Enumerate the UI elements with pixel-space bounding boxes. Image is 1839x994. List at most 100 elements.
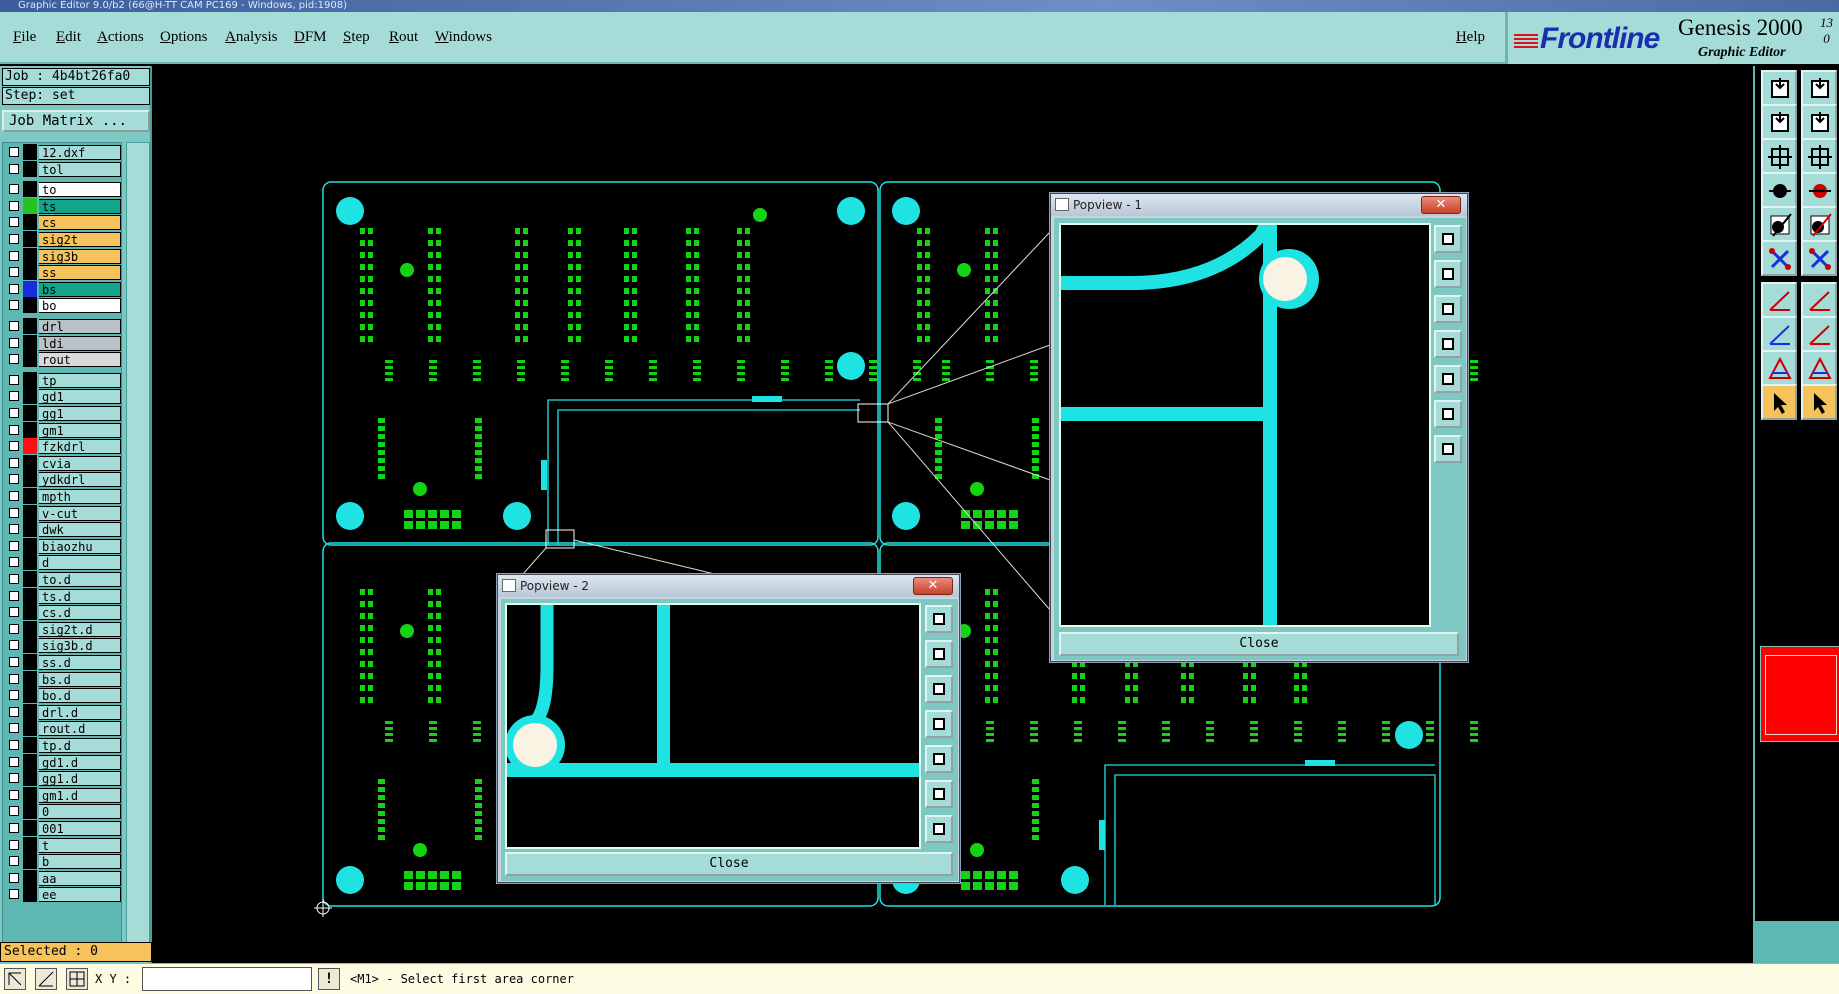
layer-checkbox[interactable] bbox=[9, 354, 19, 365]
layer-checkbox[interactable] bbox=[9, 856, 19, 867]
layer-checkbox[interactable] bbox=[9, 184, 19, 195]
layer-row[interactable]: biaozhu bbox=[3, 537, 121, 554]
layer-checkbox[interactable] bbox=[9, 491, 19, 501]
layer-list-scrollbar[interactable] bbox=[126, 142, 150, 952]
menu-edit[interactable]: Edit bbox=[56, 29, 81, 46]
layer-checkbox[interactable] bbox=[9, 574, 19, 584]
menu-actions[interactable]: Actions bbox=[97, 29, 144, 46]
popview-zoom-fit-button[interactable] bbox=[1434, 225, 1462, 253]
layer-checkbox[interactable] bbox=[9, 789, 19, 800]
layer-checkbox[interactable] bbox=[9, 706, 19, 717]
menu-file[interactable]: File bbox=[13, 29, 36, 46]
layer-checkbox[interactable] bbox=[9, 441, 19, 452]
layer-checkbox[interactable] bbox=[9, 823, 19, 833]
slope-tool-button[interactable] bbox=[1801, 282, 1837, 318]
layer-row[interactable]: mpth bbox=[3, 488, 121, 504]
prompt-button[interactable]: ! bbox=[318, 968, 340, 990]
angle-tool-button[interactable] bbox=[1761, 282, 1797, 318]
pad-add-button[interactable] bbox=[1761, 206, 1797, 242]
node-select-button[interactable] bbox=[1761, 240, 1797, 276]
layer-row[interactable]: cvia bbox=[3, 454, 121, 471]
layer-row[interactable]: ts bbox=[3, 197, 121, 214]
cross-select-button[interactable] bbox=[1801, 240, 1837, 276]
layer-checkbox[interactable] bbox=[9, 723, 19, 734]
menu-rout[interactable]: Rout bbox=[389, 29, 418, 46]
layer-checkbox[interactable] bbox=[9, 889, 19, 900]
layer-checkbox[interactable] bbox=[9, 217, 19, 228]
menu-step[interactable]: Step bbox=[343, 29, 370, 46]
layer-row[interactable]: bo bbox=[3, 297, 121, 314]
layer-checkbox[interactable] bbox=[9, 540, 19, 551]
layer-row[interactable]: 001 bbox=[3, 820, 121, 836]
layer-row[interactable]: drl.d bbox=[3, 703, 121, 720]
layer-row[interactable]: tp.d bbox=[3, 737, 121, 753]
layer-row[interactable]: ydkdrl bbox=[3, 471, 121, 488]
layer-checkbox[interactable] bbox=[9, 283, 19, 294]
snap-mode-button[interactable] bbox=[4, 968, 26, 990]
layer-row[interactable]: v-cut bbox=[3, 504, 121, 521]
layer-checkbox[interactable] bbox=[9, 337, 19, 348]
layer-checkbox[interactable] bbox=[9, 424, 19, 435]
layer-row[interactable]: cs bbox=[3, 214, 121, 231]
overview-map[interactable] bbox=[1760, 646, 1839, 742]
layer-left-button[interactable] bbox=[1761, 104, 1797, 140]
layer-row[interactable]: 12.dxf bbox=[3, 144, 121, 160]
layer-checkbox[interactable] bbox=[9, 267, 19, 278]
layer-checkbox[interactable] bbox=[9, 300, 19, 311]
layer-checkbox[interactable] bbox=[9, 163, 19, 174]
layer-row[interactable]: bs.d bbox=[3, 670, 121, 687]
layer-row[interactable]: bo.d bbox=[3, 687, 121, 704]
layer-checkbox[interactable] bbox=[9, 557, 19, 568]
layer-checkbox[interactable] bbox=[9, 590, 19, 601]
select-arrow-button[interactable] bbox=[1761, 384, 1797, 420]
layer-row[interactable]: cs.d bbox=[3, 604, 121, 621]
layer-row[interactable]: ss.d bbox=[3, 654, 121, 670]
layer-row[interactable]: 0 bbox=[3, 803, 121, 820]
xy-coordinate-input[interactable] bbox=[142, 967, 312, 991]
contour-tool-button[interactable] bbox=[1761, 316, 1797, 352]
layer-row[interactable]: ts.d bbox=[3, 587, 121, 604]
menu-analysis[interactable]: Analysis bbox=[225, 29, 278, 46]
grid-mode-button[interactable] bbox=[66, 968, 88, 990]
popview-zoom-out-button[interactable] bbox=[1434, 435, 1462, 463]
layer-row[interactable]: bs bbox=[3, 280, 121, 297]
layer-row[interactable]: drl bbox=[3, 318, 121, 334]
route-tool-button[interactable] bbox=[1761, 172, 1797, 208]
layer-row[interactable]: gg1.d bbox=[3, 770, 121, 787]
layer-checkbox[interactable] bbox=[9, 690, 19, 701]
layer-row[interactable]: gm1 bbox=[3, 421, 121, 438]
layer-row[interactable]: b bbox=[3, 853, 121, 870]
menu-dfm[interactable]: DFM bbox=[294, 29, 327, 46]
layer-row[interactable]: d bbox=[3, 554, 121, 571]
layer-checkbox[interactable] bbox=[9, 234, 19, 244]
layer-row[interactable]: gd1.d bbox=[3, 753, 121, 770]
layer-checkbox[interactable] bbox=[9, 872, 19, 883]
layer-row[interactable]: rout bbox=[3, 351, 121, 368]
layer-row[interactable]: to bbox=[3, 181, 121, 198]
layer-row[interactable]: gg1 bbox=[3, 405, 121, 421]
layer-row[interactable]: gd1 bbox=[3, 388, 121, 405]
layer-row[interactable]: tol bbox=[3, 160, 121, 177]
zoom-home-button[interactable] bbox=[1761, 138, 1797, 174]
layer-checkbox[interactable] bbox=[9, 640, 19, 651]
layer-checkbox[interactable] bbox=[9, 507, 19, 518]
layer-checkbox[interactable] bbox=[9, 147, 19, 157]
layer-checkbox[interactable] bbox=[9, 474, 19, 485]
layer-row[interactable]: tp bbox=[3, 371, 121, 388]
popview-1-close-x-button[interactable]: ✕ bbox=[1421, 196, 1461, 214]
popview-pan-left-button[interactable] bbox=[925, 710, 953, 738]
popview-pan-right-button[interactable] bbox=[925, 745, 953, 773]
probe-tool-button[interactable] bbox=[1801, 172, 1837, 208]
layer-checkbox[interactable] bbox=[9, 839, 19, 850]
zoom-center-button[interactable] bbox=[1801, 138, 1837, 174]
layer-row[interactable]: rout.d bbox=[3, 720, 121, 737]
layer-checkbox[interactable] bbox=[9, 607, 19, 618]
menu-options[interactable]: Options bbox=[160, 29, 208, 46]
layer-right-button[interactable] bbox=[1801, 104, 1837, 140]
layer-row[interactable]: aa bbox=[3, 869, 121, 886]
layer-checkbox[interactable] bbox=[9, 756, 19, 767]
layer-row[interactable]: fzkdrl bbox=[3, 438, 121, 455]
menu-help[interactable]: Help bbox=[1456, 29, 1485, 46]
popview-pan-up-button[interactable] bbox=[925, 640, 953, 668]
layer-row[interactable]: sig2t.d bbox=[3, 620, 121, 637]
